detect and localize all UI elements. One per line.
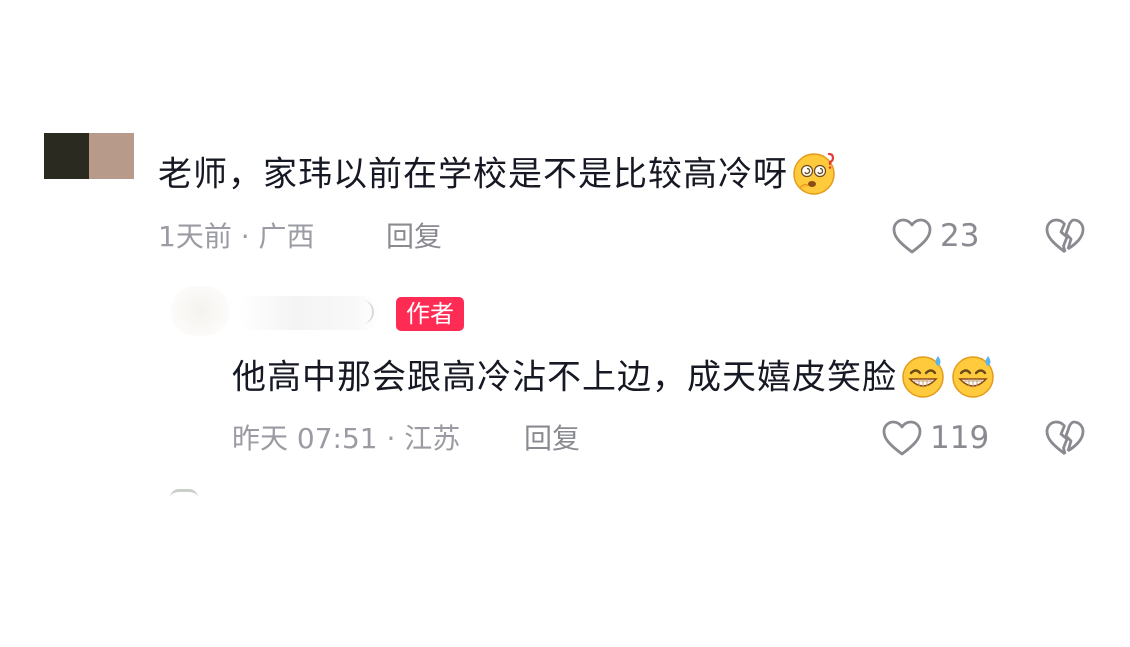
reply-username-blurred[interactable] <box>238 296 380 330</box>
grinning-sweat-emoji-icon <box>949 351 997 399</box>
dislike-button[interactable] <box>1043 216 1087 256</box>
heart-icon <box>892 218 932 254</box>
broken-heart-icon <box>1045 218 1085 254</box>
avatar[interactable] <box>44 133 134 179</box>
heart-icon <box>882 420 922 456</box>
like-count: 119 <box>930 420 990 456</box>
reply-body: 他高中那会跟高冷沾不上边，成天嬉皮笑脸 <box>232 355 997 403</box>
reply-button[interactable]: 回复 <box>524 421 580 457</box>
broken-heart-icon <box>1045 420 1085 456</box>
reply-text: 他高中那会跟高冷沾不上边，成天嬉皮笑脸 <box>232 357 897 398</box>
like-count: 23 <box>940 218 980 254</box>
comment-thread: 老师，家玮以前在学校是不是比较高冷呀 1天前 · 广西 回复 23 作者 他高中… <box>0 0 1130 647</box>
dislike-button[interactable] <box>1043 418 1087 458</box>
comment-body: 老师，家玮以前在学校是不是比较高冷呀 <box>158 152 838 200</box>
comment-text: 老师，家玮以前在学校是不是比较高冷呀 <box>158 154 788 195</box>
thinking-dizzy-emoji-icon <box>790 148 838 196</box>
reply-avatar[interactable] <box>170 286 230 336</box>
like-button[interactable]: 23 <box>890 216 979 256</box>
grinning-sweat-emoji-icon <box>899 351 947 399</box>
comment-meta: 1天前 · 广西 <box>158 220 315 253</box>
like-button[interactable]: 119 <box>880 418 989 458</box>
avatar-blurred-part <box>89 133 134 179</box>
reply-button[interactable]: 回复 <box>386 219 442 255</box>
reply-meta: 昨天 07:51 · 江苏 <box>232 422 461 455</box>
avatar-blurred-part <box>44 133 89 179</box>
author-badge: 作者 <box>396 297 464 331</box>
next-comment-avatar-edge <box>170 489 198 498</box>
